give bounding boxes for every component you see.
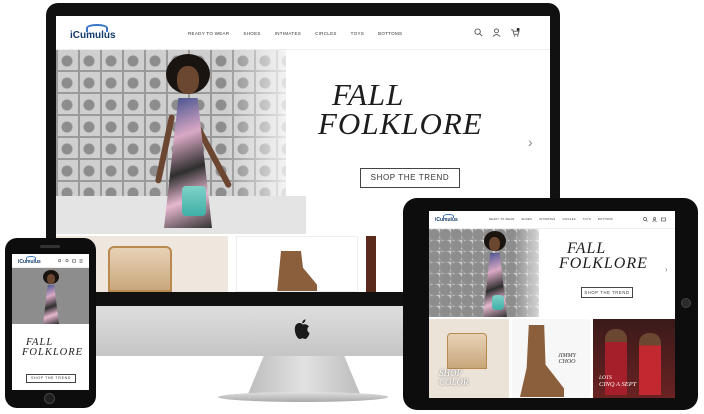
iphone-header-icons	[58, 259, 83, 263]
ipad-product-tiles: SHOP COLOR JIMMY CHOO LOTS CINQ A SEPT	[429, 319, 675, 398]
ipad-search-icon[interactable]	[643, 217, 648, 222]
iphone-hero-headline: FALL FOLKLORE	[22, 337, 84, 358]
ipad-nav-item-bottoms[interactable]: BOTTOMS	[598, 218, 613, 221]
ipad-screen: iCumulus READY TO WEAR SHOES INTIMATES C…	[429, 211, 675, 398]
ipad-nav-item-circles[interactable]: CIRCLES	[562, 218, 575, 221]
ipad-tile-caption-jimmy-choo: JIMMY CHOO	[558, 353, 576, 365]
iphone-user-icon[interactable]	[65, 259, 69, 263]
ipad-tile-caption-cinq: LOTS CINQ A SEPT	[599, 375, 636, 388]
header-icons	[474, 28, 520, 37]
ipad-hero-headline: FALL FOLKLORE	[559, 240, 648, 273]
cart-icon[interactable]	[510, 28, 520, 37]
iphone-site-header: iCumulus	[12, 254, 89, 268]
iphone-site-logo[interactable]: iCumulus	[18, 256, 41, 265]
site-logo[interactable]: iCumulus	[70, 24, 116, 41]
ipad-model-face	[489, 237, 500, 251]
iphone-hero-model-image	[36, 270, 66, 324]
ipad-shop-the-trend-button[interactable]: SHOP THE TREND	[581, 287, 633, 298]
ipad-handbag-image	[447, 333, 487, 369]
hero-next-arrow-icon[interactable]: ›	[528, 134, 533, 150]
apple-logo-icon	[294, 319, 310, 339]
ipad-tile-model-right	[639, 333, 661, 395]
ipad-tile-caption-color: COLOR	[439, 376, 469, 387]
ipad-site-header: iCumulus READY TO WEAR SHOES INTIMATES C…	[429, 211, 675, 229]
ipad-header-icons	[643, 217, 666, 222]
nav-item-intimates[interactable]: INTIMATES	[275, 31, 301, 36]
iphone-menu-icon[interactable]	[79, 259, 83, 263]
iphone-model-face	[47, 274, 55, 284]
nav-item-shoes[interactable]: SHOES	[243, 31, 260, 36]
iphone-screen: iCumulus FALL FOLKLORE SHOP THE TREND	[12, 254, 89, 390]
user-icon[interactable]	[492, 28, 501, 37]
nav-item-bottoms[interactable]: BOTTOMS	[378, 31, 402, 36]
shop-the-trend-button[interactable]: SHOP THE TREND	[360, 168, 460, 188]
tile-boot[interactable]	[236, 236, 358, 292]
ipad-tile-jimmy-choo[interactable]: JIMMY CHOO	[512, 319, 590, 398]
hero-model-image	[144, 54, 234, 230]
iphone-cart-icon[interactable]	[72, 259, 76, 263]
ipad-home-button[interactable]	[681, 298, 691, 308]
main-nav: READY TO WEAR SHOES INTIMATES CIRCLES TO…	[188, 31, 402, 36]
ipad-hero-banner: FALL FOLKLORE SHOP THE TREND ›	[429, 229, 675, 317]
ipad-tile-cinq-a-sept[interactable]: LOTS CINQ A SEPT	[593, 319, 675, 398]
ipad-tile-caption-cinq-a-sept: CINQ A SEPT	[599, 381, 637, 389]
ipad-tile-caption-choo: CHOO	[558, 359, 576, 365]
ipad-site-logo[interactable]: iCumulus	[435, 214, 458, 223]
logo-arc-icon	[86, 24, 108, 32]
site-header: iCumulus READY TO WEAR SHOES INTIMATES C…	[56, 16, 550, 50]
ipad-main-nav: READY TO WEAR SHOES INTIMATES CIRCLES TO…	[489, 218, 613, 221]
hero-headline: FALL FOLKLORE	[318, 77, 483, 142]
ipad-hero-next-arrow-icon[interactable]: ›	[665, 265, 668, 274]
ipad-model-bag	[492, 295, 504, 310]
iphone-shop-the-trend-button[interactable]: SHOP THE TREND	[26, 374, 76, 383]
nav-item-circles[interactable]: CIRCLES	[315, 31, 337, 36]
nav-item-toys[interactable]: TOYS	[351, 31, 364, 36]
ipad-logo-arc-icon	[443, 214, 454, 218]
hero-headline-line2: FOLKLORE	[318, 106, 483, 142]
ipad-nav-item-ready-to-wear[interactable]: READY TO WEAR	[489, 218, 515, 221]
ipad-user-icon[interactable]	[652, 217, 657, 222]
hero-headline-line1: FALL	[332, 77, 405, 112]
imac-stand-foot	[218, 392, 388, 402]
ipad-nav-item-shoes[interactable]: SHOES	[522, 218, 533, 221]
iphone-model-dress	[43, 285, 59, 324]
iphone-speaker	[40, 245, 60, 248]
ipad-hero-fade	[514, 229, 554, 317]
boot-image	[277, 251, 317, 291]
ipad-hero-headline-line2: FOLKLORE	[559, 255, 648, 273]
iphone-logo-arc-icon	[26, 256, 36, 260]
ipad-hero-headline-line1: FALL	[567, 240, 607, 257]
iphone-hero-headline-line2: FOLKLORE	[22, 346, 84, 358]
iphone-home-button[interactable]	[44, 393, 55, 404]
ipad-nav-item-intimates[interactable]: INTIMATES	[539, 218, 555, 221]
model-bag	[182, 186, 206, 216]
ipad-tile-caption-shop-color: SHOP COLOR	[439, 369, 469, 386]
search-icon[interactable]	[474, 28, 483, 37]
handbag-image	[108, 246, 172, 292]
model-face	[177, 66, 199, 94]
iphone-hero-banner	[12, 268, 89, 324]
nav-item-ready-to-wear[interactable]: READY TO WEAR	[188, 31, 229, 36]
ipad-cart-icon[interactable]	[661, 217, 666, 222]
imac-stand-neck	[248, 356, 360, 394]
ipad-nav-item-toys[interactable]: TOYS	[583, 218, 591, 221]
ipad-tile-shop-color[interactable]: SHOP COLOR	[429, 319, 509, 398]
ipad-hero-model-image	[473, 231, 517, 317]
iphone-search-icon[interactable]	[58, 259, 62, 263]
